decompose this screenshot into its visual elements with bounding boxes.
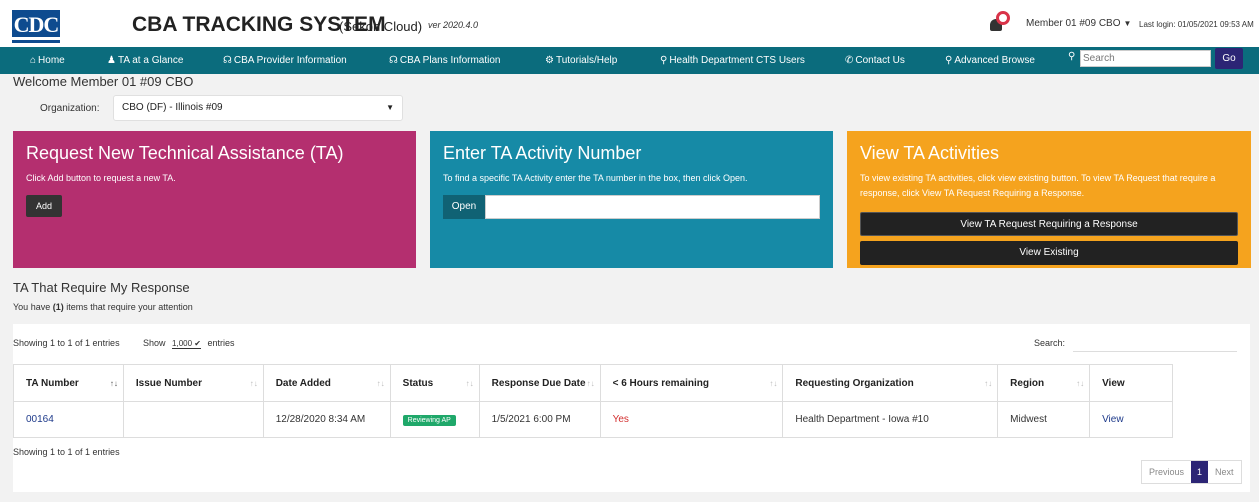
sort-icon: ↑↓ — [376, 379, 385, 388]
region-cell: Midwest — [997, 401, 1091, 438]
requesting-org-cell: Health Department - Iowa #10 — [782, 401, 999, 438]
request-ta-card: Request New Technical Assistance (TA) Cl… — [13, 131, 416, 268]
search-icon: ⚲ — [945, 55, 953, 66]
nav-contact-us[interactable]: ✆ Contact Us — [845, 47, 905, 74]
view-link[interactable]: View — [1089, 401, 1173, 438]
chevron-down-icon: ✔ — [194, 339, 201, 348]
sort-icon: ↑↓ — [984, 379, 993, 388]
users-icon: ♟ — [107, 55, 116, 66]
nav-health-department-cts-users[interactable]: ⚲ Health Department CTS Users — [660, 47, 805, 74]
headset-icon: ☊ — [389, 55, 398, 66]
col-region[interactable]: Region ↑↓ — [997, 364, 1091, 402]
search-icon: ⚲ — [1068, 51, 1076, 62]
sort-icon: ↑↓ — [249, 379, 258, 388]
view-existing-button[interactable]: View Existing — [860, 241, 1238, 265]
enter-ta-text: To find a specific TA Activity enter the… — [443, 173, 748, 183]
view-ta-title: View TA Activities — [860, 143, 1000, 163]
cdc-logo: CDC — [12, 10, 60, 40]
status-badge: Reviewing AP — [402, 414, 456, 426]
col-date-added[interactable]: Date Added ↑↓ — [262, 364, 391, 402]
app-header: CDC CBA TRACKING SYSTEM (Sekon Cloud) ve… — [0, 0, 1259, 47]
home-icon: ⌂ — [30, 55, 37, 66]
col-hours-remaining[interactable]: < 6 Hours remaining ↑↓ — [599, 364, 784, 402]
table-row: 00164 12/28/2020 8:34 AM Reviewing AP 1/… — [13, 401, 1173, 438]
table-info-top: Showing 1 to 1 of 1 entries — [13, 338, 120, 348]
sort-icon: ↑↓ — [769, 379, 778, 388]
nav-home[interactable]: ⌂ Home — [30, 47, 65, 74]
app-subtitle: (Sekon Cloud) — [339, 19, 423, 34]
col-response-due-date[interactable]: Response Due Date ↑↓ — [478, 364, 601, 402]
sort-icon: ↑↓ — [586, 379, 595, 388]
organization-value: CBO (DF) - Illinois #09 — [122, 102, 223, 113]
col-requesting-organization[interactable]: Requesting Organization ↑↓ — [782, 364, 999, 402]
request-ta-text: Click Add button to request a new TA. — [26, 173, 176, 183]
sort-icon: ↑↓ — [1076, 379, 1085, 388]
add-button[interactable]: Add — [26, 195, 62, 217]
status-cell: Reviewing AP — [389, 401, 480, 438]
notification-bell-icon[interactable] — [990, 9, 1014, 35]
ta-number-input[interactable] — [485, 195, 820, 219]
nav-advanced-browse[interactable]: ⚲ Advanced Browse — [945, 47, 1035, 74]
view-requiring-response-button[interactable]: View TA Request Requiring a Response — [860, 212, 1238, 236]
location-icon: ⚲ — [660, 55, 668, 66]
nav-ta-at-a-glance[interactable]: ♟ TA at a Glance — [107, 47, 183, 74]
gear-icon: ⚙ — [545, 55, 554, 66]
caret-down-icon: ▼ — [386, 103, 394, 112]
enter-ta-title: Enter TA Activity Number — [443, 143, 642, 163]
app-version: ver 2020.4.0 — [428, 20, 479, 30]
open-button[interactable]: Open — [443, 195, 485, 219]
col-view: View — [1089, 364, 1173, 402]
organization-select[interactable]: CBO (DF) - Illinois #09 ▼ — [113, 95, 403, 121]
headset-icon: ☊ — [223, 55, 232, 66]
ta-table: TA Number ↑↓ Issue Number ↑↓ Date Added ↑↓ … — [13, 364, 1173, 438]
phone-icon: ✆ — [845, 55, 854, 66]
table-length: Show 1,000 ✔ entries — [143, 338, 235, 349]
page-1-button[interactable]: 1 — [1191, 461, 1209, 483]
table-search-label: Search: — [1034, 338, 1066, 348]
organization-label: Organization: — [40, 103, 100, 114]
table-info-bottom: Showing 1 to 1 of 1 entries — [13, 447, 120, 457]
welcome-text: Welcome Member 01 #09 CBO — [13, 74, 194, 89]
attention-count: (1) — [52, 302, 64, 312]
user-name: Member 01 #09 CBO — [1026, 18, 1121, 29]
pagination: Previous 1 Next — [1141, 460, 1242, 484]
issue-number-cell — [122, 401, 264, 438]
response-due-cell: 1/5/2021 6:00 PM — [478, 401, 601, 438]
enter-ta-card: Enter TA Activity Number To find a speci… — [430, 131, 833, 268]
sort-icon: ↑↓ — [465, 379, 474, 388]
table-header-row: TA Number ↑↓ Issue Number ↑↓ Date Added ↑↓ … — [13, 364, 1173, 402]
nav-cba-provider-information[interactable]: ☊ CBA Provider Information — [223, 47, 347, 74]
section-subtitle: You have (1) items that require your att… — [13, 302, 193, 312]
user-menu[interactable]: Member 01 #09 CBO ▼ — [1026, 18, 1131, 29]
nav-cba-plans-information[interactable]: ☊ CBA Plans Information — [389, 47, 501, 74]
date-added-cell: 12/28/2020 8:34 AM — [262, 401, 391, 438]
section-title: TA That Require My Response — [13, 280, 190, 295]
sort-icon: ↑↓ — [109, 379, 118, 388]
chevron-down-icon: ▼ — [1123, 19, 1132, 28]
table-search-input[interactable] — [1073, 334, 1237, 352]
col-status[interactable]: Status ↑↓ — [389, 364, 480, 402]
view-ta-card: View TA Activities To view existing TA a… — [847, 131, 1251, 268]
previous-page-button[interactable]: Previous — [1142, 461, 1191, 483]
nav-tutorials-help[interactable]: ⚙ Tutorials/Help — [545, 47, 617, 74]
hours-remaining-cell: Yes — [599, 401, 784, 438]
ta-number-link[interactable]: 00164 — [13, 401, 124, 438]
next-page-button[interactable]: Next — [1208, 461, 1241, 483]
col-ta-number[interactable]: TA Number ↑↓ — [13, 364, 124, 402]
length-select[interactable]: 1,000 ✔ — [172, 339, 201, 349]
search-input[interactable] — [1080, 50, 1211, 67]
last-login: Last login: 01/05/2021 09:53 AM — [1139, 20, 1254, 29]
col-issue-number[interactable]: Issue Number ↑↓ — [122, 364, 264, 402]
request-ta-title: Request New Technical Assistance (TA) — [26, 143, 344, 163]
go-button[interactable]: Go — [1215, 48, 1243, 69]
view-ta-text: To view existing TA activities, click vi… — [860, 173, 1216, 198]
